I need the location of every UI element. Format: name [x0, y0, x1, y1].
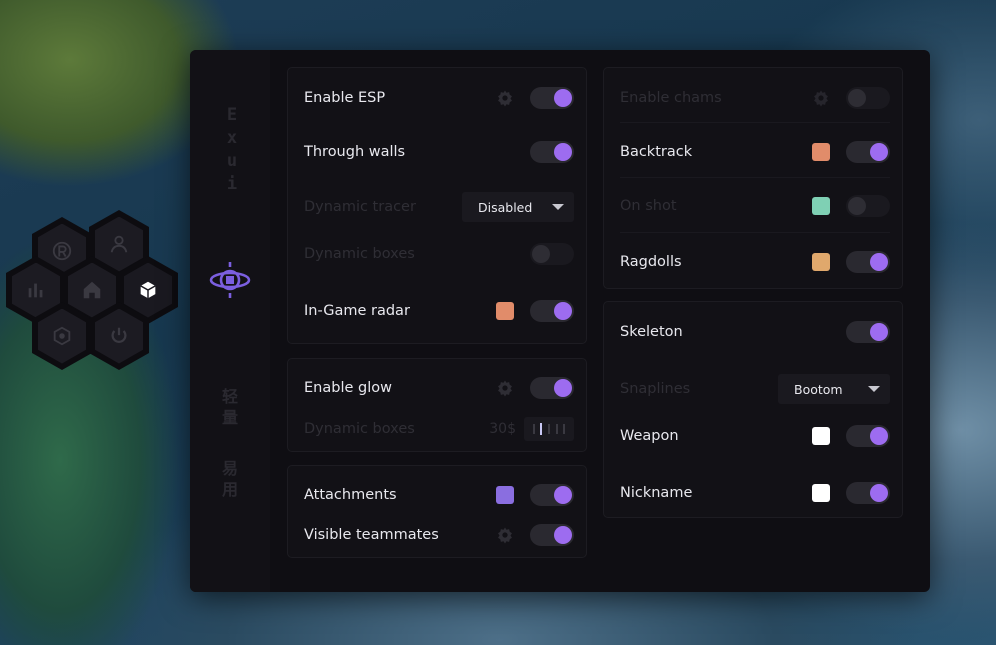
cube-icon	[140, 281, 156, 299]
weapon-toggle[interactable]	[846, 425, 890, 447]
ragdolls-color-swatch[interactable]	[812, 253, 830, 271]
attachments-color-swatch[interactable]	[496, 486, 514, 504]
divider	[620, 232, 890, 233]
dynamic-tracer-label: Dynamic tracer	[304, 199, 416, 215]
nickname-toggle[interactable]	[846, 482, 890, 504]
through-walls-toggle[interactable]	[530, 141, 574, 163]
snaplines-label: Snaplines	[620, 381, 691, 397]
user-icon	[110, 235, 128, 253]
snaplines-dropdown[interactable]: Bootom	[778, 374, 890, 404]
enable-glow-label: Enable glow	[304, 380, 392, 396]
glow-dynamic-boxes-label: Dynamic boxes	[304, 421, 415, 437]
dynamic-tracer-dropdown[interactable]: Disabled	[462, 192, 574, 222]
on-shot-label: On shot	[620, 198, 677, 214]
window-sidebar: Exui 轻量 易用	[190, 50, 270, 592]
visible-teammates-row: Visible teammates	[288, 520, 586, 550]
glow-dynamic-boxes-value: 30$	[489, 421, 516, 437]
on-shot-toggle[interactable]	[846, 195, 890, 217]
home-icon	[83, 281, 101, 299]
chevron-down-icon	[868, 386, 880, 392]
glow-dynamic-boxes-row: Dynamic boxes 30$	[288, 414, 586, 444]
enable-esp-toggle[interactable]	[530, 87, 574, 109]
brand-text: Exui	[226, 105, 238, 194]
gear-icon[interactable]	[812, 89, 830, 107]
attachments-label: Attachments	[304, 487, 397, 503]
gear-icon[interactable]	[496, 379, 514, 397]
glow-dynamic-boxes-slider[interactable]	[524, 417, 574, 441]
backtrack-color-swatch[interactable]	[812, 143, 830, 161]
weapon-row: Weapon	[604, 421, 902, 451]
chevron-down-icon	[552, 204, 564, 210]
gear-icon[interactable]	[496, 89, 514, 107]
enable-esp-label: Enable ESP	[304, 90, 386, 106]
chart-icon	[28, 283, 43, 298]
backtrack-row: Backtrack	[604, 137, 902, 167]
weapon-label: Weapon	[620, 428, 679, 444]
ingame-radar-row: In-Game radar	[288, 296, 586, 326]
enable-chams-label: Enable chams	[620, 90, 722, 106]
target-icon	[53, 326, 71, 346]
ingame-radar-toggle[interactable]	[530, 300, 574, 322]
backtrack-label: Backtrack	[620, 144, 693, 160]
nickname-row: Nickname	[604, 478, 902, 508]
snaplines-value: Bootom	[794, 381, 843, 397]
r-logo-icon	[52, 241, 72, 261]
extra-panel: Attachments Visible teammates	[287, 465, 587, 558]
on-shot-color-swatch[interactable]	[812, 197, 830, 215]
visible-teammates-label: Visible teammates	[304, 527, 439, 543]
visible-teammates-toggle[interactable]	[530, 524, 574, 546]
ragdolls-label: Ragdolls	[620, 254, 682, 270]
nickname-color-swatch[interactable]	[812, 484, 830, 502]
nickname-label: Nickname	[620, 485, 693, 501]
glow-panel: Enable glow Dynamic boxes 30$	[287, 358, 587, 452]
enable-esp-row: Enable ESP	[288, 83, 586, 113]
enable-glow-toggle[interactable]	[530, 377, 574, 399]
dynamic-tracer-value: Disabled	[478, 199, 533, 215]
attachments-toggle[interactable]	[530, 484, 574, 506]
vertical-text-easy: 易用	[221, 459, 238, 499]
planet-logo-icon	[209, 262, 251, 298]
through-walls-row: Through walls	[288, 137, 586, 167]
on-shot-row: On shot	[604, 191, 902, 221]
ingame-radar-color-swatch[interactable]	[496, 302, 514, 320]
ragdolls-row: Ragdolls	[604, 247, 902, 277]
dynamic-boxes-label: Dynamic boxes	[304, 246, 415, 262]
dynamic-boxes-toggle[interactable]	[530, 243, 574, 265]
power-icon	[111, 327, 127, 343]
main-window: Exui 轻量 易用 Enable ESP Through walls Dyna…	[190, 50, 930, 592]
backtrack-toggle[interactable]	[846, 141, 890, 163]
skeleton-toggle[interactable]	[846, 321, 890, 343]
enable-chams-toggle[interactable]	[846, 87, 890, 109]
enable-glow-row: Enable glow	[288, 373, 586, 403]
chams-panel: Enable chams Backtrack On shot Ragdolls	[603, 67, 903, 289]
divider	[620, 177, 890, 178]
vertical-text-lightweight: 轻量	[221, 387, 238, 427]
dynamic-boxes-row: Dynamic boxes	[288, 239, 586, 269]
skeleton-row: Skeleton	[604, 317, 902, 347]
ingame-radar-label: In-Game radar	[304, 303, 410, 319]
through-walls-label: Through walls	[304, 144, 406, 160]
skeleton-label: Skeleton	[620, 324, 683, 340]
esp-panel: Enable ESP Through walls Dynamic tracer …	[287, 67, 587, 344]
dynamic-tracer-row: Dynamic tracer Disabled	[288, 192, 586, 222]
attachments-row: Attachments	[288, 480, 586, 510]
skeleton-panel: Skeleton Snaplines Bootom Weapon Nicknam…	[603, 301, 903, 518]
snaplines-row: Snaplines Bootom	[604, 374, 902, 404]
gear-icon[interactable]	[496, 526, 514, 544]
ragdolls-toggle[interactable]	[846, 251, 890, 273]
weapon-color-swatch[interactable]	[812, 427, 830, 445]
enable-chams-row: Enable chams	[604, 83, 902, 113]
divider	[620, 122, 890, 123]
